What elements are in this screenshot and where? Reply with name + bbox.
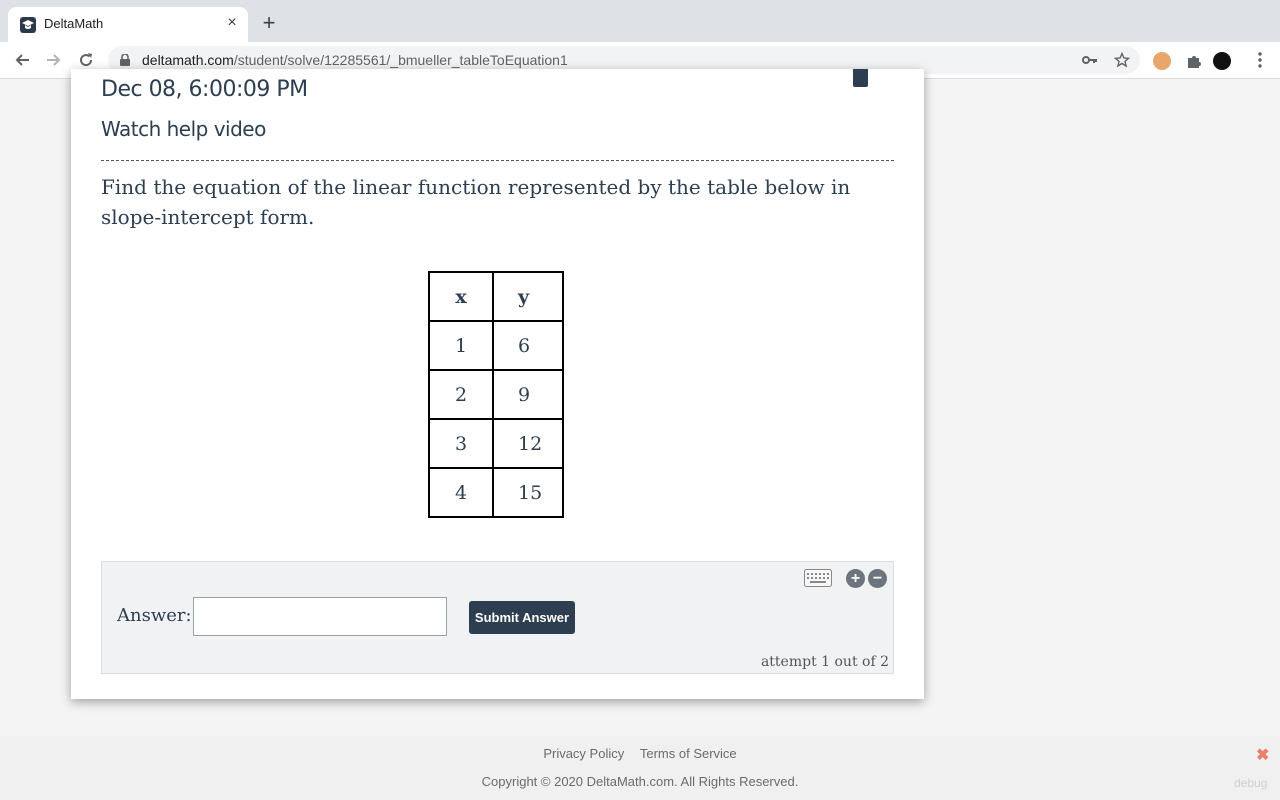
page-content: Dec 08, 6:00:09 PM Watch help video Find… <box>0 69 1280 800</box>
cell-x: 4 <box>428 467 494 518</box>
browser-tab[interactable]: DeltaMath × <box>8 7 248 42</box>
terms-of-service-link[interactable]: Terms of Service <box>640 746 737 761</box>
attempt-counter: attempt 1 out of 2 <box>760 654 889 670</box>
cell-y: 12 <box>492 418 564 469</box>
zoom-out-icon[interactable]: − <box>868 569 887 588</box>
cell-y: 9 <box>492 369 564 420</box>
extension-icon[interactable] <box>1153 52 1171 70</box>
table-row: 1 6 <box>428 320 564 371</box>
cell-y: 6 <box>492 320 564 371</box>
star-icon[interactable] <box>1113 51 1131 68</box>
answer-label: Answer: <box>117 605 192 626</box>
table-header-row: x y <box>428 271 564 322</box>
url-path: /student/solve/12285561/_bmueller_tableT… <box>233 52 568 68</box>
cell-y: 15 <box>492 467 564 518</box>
url-text: deltamath.com/student/solve/12285561/_bm… <box>142 52 568 68</box>
debug-close-icon[interactable]: ✖ <box>1256 745 1269 765</box>
question-text: Find the equation of the linear function… <box>101 175 851 229</box>
graduation-cap-icon <box>20 17 36 33</box>
answer-input[interactable] <box>193 597 447 636</box>
keyboard-icon[interactable] <box>804 569 832 587</box>
menu-icon[interactable] <box>1248 48 1272 72</box>
back-icon[interactable] <box>10 48 34 72</box>
close-tab-icon[interactable]: × <box>224 15 240 31</box>
tab-title: DeltaMath <box>44 16 104 31</box>
lock-icon <box>120 54 130 66</box>
debug-label: debug <box>1234 776 1268 790</box>
divider <box>101 160 894 161</box>
cell-x: 1 <box>428 320 494 371</box>
footer-links: Privacy Policy Terms of Service <box>0 746 1280 761</box>
due-date: Dec 08, 6:00:09 PM <box>101 77 308 102</box>
profile-avatar[interactable] <box>1213 52 1231 70</box>
zoom-in-icon[interactable]: + <box>846 569 865 588</box>
xy-table: x y 1 6 2 9 3 12 4 15 <box>428 271 564 518</box>
cell-x: 2 <box>428 369 494 420</box>
table-row: 4 15 <box>428 467 564 518</box>
url-host: deltamath.com <box>142 52 234 68</box>
puzzle-icon[interactable] <box>1185 52 1203 70</box>
new-tab-button[interactable]: + <box>258 12 280 34</box>
card-marker <box>853 69 868 87</box>
problem-card: Dec 08, 6:00:09 PM Watch help video Find… <box>71 69 924 699</box>
header-y: y <box>492 271 564 322</box>
table-row: 3 12 <box>428 418 564 469</box>
browser-tabstrip: DeltaMath × + <box>0 0 1280 42</box>
cell-x: 3 <box>428 418 494 469</box>
key-icon[interactable] <box>1082 52 1098 68</box>
header-x: x <box>428 271 494 322</box>
privacy-policy-link[interactable]: Privacy Policy <box>543 746 624 761</box>
forward-icon[interactable] <box>42 48 66 72</box>
watch-help-video-link[interactable]: Watch help video <box>101 117 266 141</box>
footer: Privacy Policy Terms of Service Copyrigh… <box>0 736 1280 800</box>
table-row: 2 9 <box>428 369 564 420</box>
submit-answer-button[interactable]: Submit Answer <box>469 601 575 634</box>
copyright-text: Copyright © 2020 DeltaMath.com. All Righ… <box>481 774 799 789</box>
answer-panel: + − Answer: Submit Answer attempt 1 out … <box>101 561 894 674</box>
